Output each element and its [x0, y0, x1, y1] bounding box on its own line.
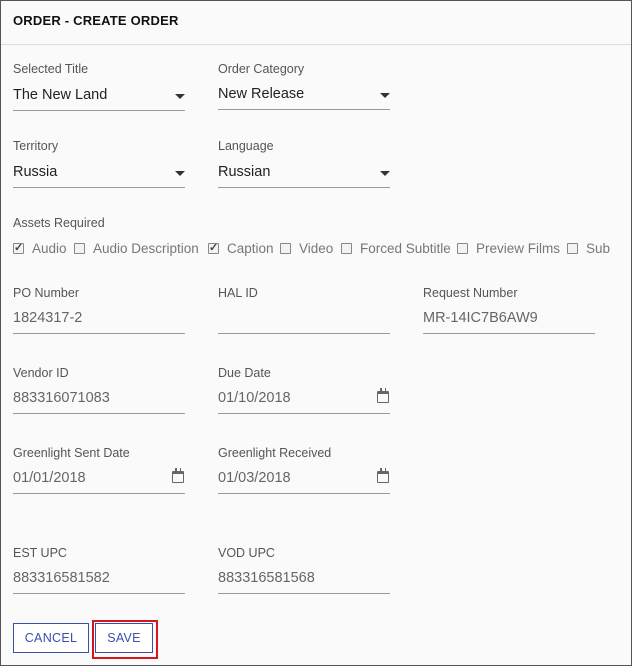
- po-number-label: PO Number: [13, 286, 79, 300]
- due-date-label: Due Date: [218, 366, 271, 380]
- greenlight-received-input[interactable]: 01/03/2018: [218, 468, 390, 494]
- chevron-down-icon: [175, 171, 185, 176]
- est-upc-input[interactable]: 883316581582: [13, 568, 185, 594]
- request-number-value: MR-14IC7B6AW9: [423, 310, 538, 326]
- calendar-icon[interactable]: [172, 468, 184, 483]
- asset-preview-films-checkbox[interactable]: [457, 243, 468, 254]
- language-select[interactable]: Russian: [218, 162, 390, 188]
- vod-upc-value: 883316581568: [218, 570, 315, 586]
- greenlight-sent-date-value: 01/01/2018: [13, 470, 86, 486]
- calendar-icon[interactable]: [377, 468, 389, 483]
- asset-forced-subtitle-checkbox[interactable]: [341, 243, 352, 254]
- hal-id-input[interactable]: [218, 308, 390, 334]
- selected-title-label: Selected Title: [13, 62, 89, 76]
- vod-upc-input[interactable]: 883316581568: [218, 568, 390, 594]
- create-order-panel: ORDER - CREATE ORDER Selected Title The …: [0, 0, 632, 666]
- po-number-value: 1824317-2: [13, 310, 83, 326]
- greenlight-sent-date-input[interactable]: 01/01/2018: [13, 468, 185, 494]
- cancel-button[interactable]: CANCEL: [13, 623, 89, 653]
- order-category-value: New Release: [218, 86, 305, 102]
- asset-video-label: Video: [299, 241, 334, 256]
- asset-sub-checkbox[interactable]: [567, 243, 578, 254]
- due-date-value: 01/10/2018: [218, 390, 291, 406]
- greenlight-sent-date-label: Greenlight Sent Date: [13, 446, 130, 460]
- est-upc-value: 883316581582: [13, 570, 110, 586]
- save-button[interactable]: SAVE: [95, 623, 153, 653]
- asset-audio-description-checkbox[interactable]: [74, 243, 85, 254]
- vendor-id-value: 883316071083: [13, 390, 110, 406]
- vendor-id-label: Vendor ID: [13, 366, 69, 380]
- territory-select[interactable]: Russia: [13, 162, 185, 188]
- assets-required-label: Assets Required: [13, 216, 105, 230]
- greenlight-received-value: 01/03/2018: [218, 470, 291, 486]
- territory-value: Russia: [13, 164, 58, 180]
- asset-forced-subtitle-label: Forced Subtitle: [360, 241, 451, 256]
- order-category-label: Order Category: [218, 62, 305, 76]
- vendor-id-input[interactable]: 883316071083: [13, 388, 185, 414]
- asset-preview-films-label: Preview Films: [476, 241, 561, 256]
- selected-title-select[interactable]: The New Land: [13, 85, 185, 111]
- language-value: Russian: [218, 164, 271, 180]
- asset-audio-checkbox[interactable]: [13, 241, 24, 254]
- po-number-input[interactable]: 1824317-2: [13, 308, 185, 334]
- selected-title-value: The New Land: [13, 87, 108, 103]
- asset-caption-checkbox[interactable]: [208, 241, 219, 254]
- chevron-down-icon: [175, 94, 185, 99]
- vod-upc-label: VOD UPC: [218, 546, 275, 560]
- asset-sub-label: Sub: [586, 241, 611, 256]
- asset-audio-label: Audio: [32, 241, 67, 256]
- request-number-input[interactable]: MR-14IC7B6AW9: [423, 308, 595, 334]
- asset-video-checkbox[interactable]: [280, 243, 291, 254]
- assets-checkbox-group: Audio Audio Description Caption Video Fo…: [13, 241, 632, 259]
- language-label: Language: [218, 139, 274, 153]
- due-date-input[interactable]: 01/10/2018: [218, 388, 390, 414]
- request-number-label: Request Number: [423, 286, 518, 300]
- hal-id-label: HAL ID: [218, 286, 258, 300]
- panel-header: ORDER - CREATE ORDER: [1, 1, 631, 45]
- est-upc-label: EST UPC: [13, 546, 67, 560]
- calendar-icon[interactable]: [377, 388, 389, 403]
- chevron-down-icon: [380, 93, 390, 98]
- asset-caption-label: Caption: [227, 241, 274, 256]
- page-title: ORDER - CREATE ORDER: [13, 13, 179, 28]
- territory-label: Territory: [13, 139, 59, 153]
- asset-audio-description-label: Audio Description: [93, 241, 199, 256]
- greenlight-received-label: Greenlight Received: [218, 446, 332, 460]
- order-category-select[interactable]: New Release: [218, 84, 390, 110]
- chevron-down-icon: [380, 171, 390, 176]
